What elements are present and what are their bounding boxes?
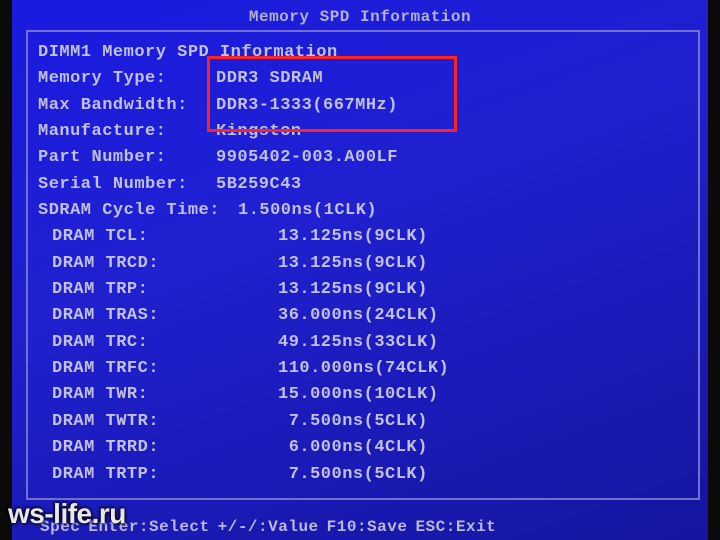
footer-plusminus: +/-/:Value bbox=[218, 518, 319, 536]
footer-f10: F10:Save bbox=[327, 518, 408, 536]
manufacture-value: Kingston bbox=[216, 119, 302, 145]
timing-label: DRAM TRRD: bbox=[38, 435, 278, 461]
watermark: ws-life.ru bbox=[8, 498, 126, 530]
timing-value: 15.000ns(10CLK) bbox=[278, 382, 439, 408]
footer-esc: ESC:Exit bbox=[415, 518, 496, 536]
part-number-row: Part Number: 9905402-003.A00LF bbox=[38, 145, 690, 171]
serial-number-label: Serial Number: bbox=[38, 172, 216, 198]
bios-screen: Memory SPD Information DIMM1 Memory SPD … bbox=[12, 0, 708, 540]
serial-number-value: 5B259C43 bbox=[216, 172, 302, 198]
timing-label: DRAM TRCD: bbox=[38, 251, 278, 277]
max-bandwidth-value: DDR3-1333(667MHz) bbox=[216, 93, 398, 119]
timings-list: DRAM TCL:13.125ns(9CLK)DRAM TRCD:13.125n… bbox=[38, 224, 690, 487]
max-bandwidth-row: Max Bandwidth: DDR3-1333(667MHz) bbox=[38, 93, 690, 119]
memory-type-value: DDR3 SDRAM bbox=[216, 66, 323, 92]
timing-label: DRAM TCL: bbox=[38, 224, 278, 250]
part-number-label: Part Number: bbox=[38, 145, 216, 171]
timing-row: DRAM TRP:13.125ns(9CLK) bbox=[38, 277, 690, 303]
part-number-value: 9905402-003.A00LF bbox=[216, 145, 398, 171]
timing-value: 7.500ns(5CLK) bbox=[278, 409, 428, 435]
timing-label: DRAM TWTR: bbox=[38, 409, 278, 435]
timing-value: 7.500ns(5CLK) bbox=[278, 462, 428, 488]
serial-number-row: Serial Number: 5B259C43 bbox=[38, 172, 690, 198]
max-bandwidth-label: Max Bandwidth: bbox=[38, 93, 216, 119]
timing-row: DRAM TRAS:36.000ns(24CLK) bbox=[38, 303, 690, 329]
timing-row: DRAM TRC:49.125ns(33CLK) bbox=[38, 330, 690, 356]
timing-row: DRAM TRRD: 6.000ns(4CLK) bbox=[38, 435, 690, 461]
timing-label: DRAM TRTP: bbox=[38, 462, 278, 488]
sdram-cycle-label: SDRAM Cycle Time: bbox=[38, 198, 238, 224]
timing-value: 6.000ns(4CLK) bbox=[278, 435, 428, 461]
footer-hints: Spec Enter:Select +/-/:Value F5:Memory-Z… bbox=[40, 518, 690, 536]
timing-label: DRAM TWR: bbox=[38, 382, 278, 408]
sdram-cycle-value: 1.500ns(1CLK) bbox=[238, 198, 377, 224]
timing-label: DRAM TRP: bbox=[38, 277, 278, 303]
sdram-cycle-row: SDRAM Cycle Time: 1.500ns(1CLK) bbox=[38, 198, 690, 224]
timing-row: DRAM TRCD:13.125ns(9CLK) bbox=[38, 251, 690, 277]
timing-row: DRAM TWR:15.000ns(10CLK) bbox=[38, 382, 690, 408]
panel-title-row: DIMM1 Memory SPD Information bbox=[38, 40, 690, 66]
timing-value: 13.125ns(9CLK) bbox=[278, 251, 428, 277]
header-title: Memory SPD Information bbox=[12, 8, 708, 26]
timing-value: 13.125ns(9CLK) bbox=[278, 224, 428, 250]
timing-value: 13.125ns(9CLK) bbox=[278, 277, 428, 303]
memory-type-row: Memory Type: DDR3 SDRAM bbox=[38, 66, 690, 92]
manufacture-label: Manufacture: bbox=[38, 119, 216, 145]
timing-value: 36.000ns(24CLK) bbox=[278, 303, 439, 329]
timing-value: 49.125ns(33CLK) bbox=[278, 330, 439, 356]
timing-value: 110.000ns(74CLK) bbox=[278, 356, 449, 382]
timing-row: DRAM TRFC:110.000ns(74CLK) bbox=[38, 356, 690, 382]
timing-row: DRAM TCL:13.125ns(9CLK) bbox=[38, 224, 690, 250]
timing-label: DRAM TRFC: bbox=[38, 356, 278, 382]
manufacture-row: Manufacture: Kingston bbox=[38, 119, 690, 145]
timing-label: DRAM TRC: bbox=[38, 330, 278, 356]
memory-type-label: Memory Type: bbox=[38, 66, 216, 92]
timing-row: DRAM TWTR: 7.500ns(5CLK) bbox=[38, 409, 690, 435]
timing-row: DRAM TRTP: 7.500ns(5CLK) bbox=[38, 462, 690, 488]
spd-info-panel: DIMM1 Memory SPD Information Memory Type… bbox=[26, 30, 700, 500]
timing-label: DRAM TRAS: bbox=[38, 303, 278, 329]
panel-title: DIMM1 Memory SPD Information bbox=[38, 40, 338, 66]
